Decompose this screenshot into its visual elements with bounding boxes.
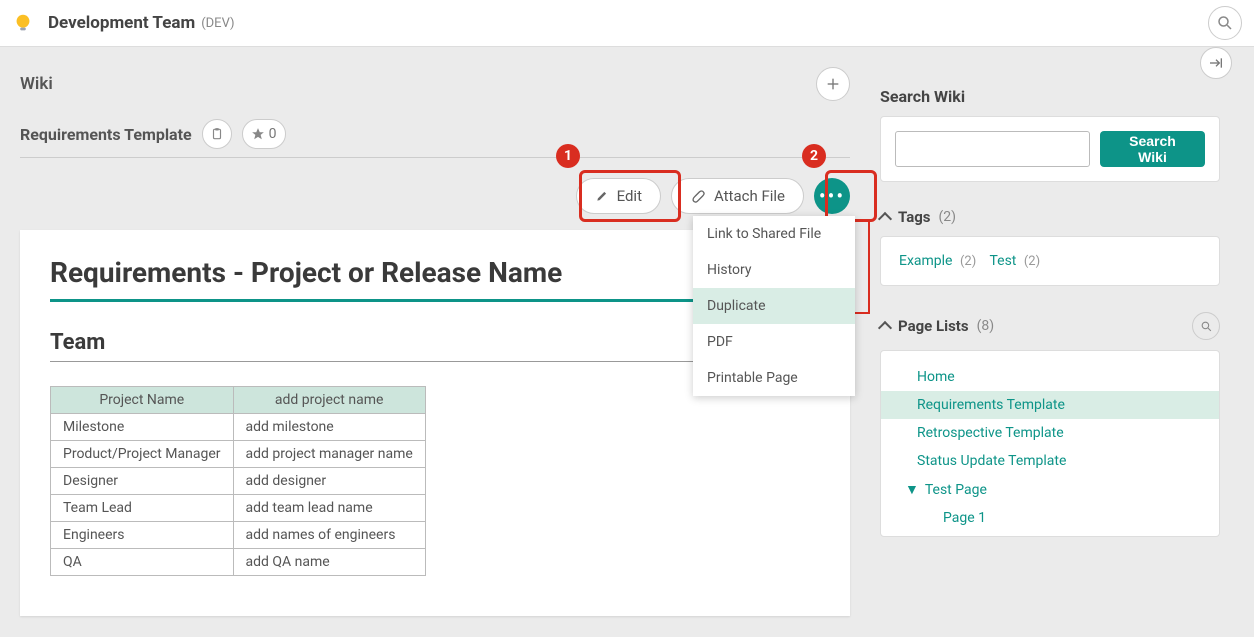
table-row: Milestoneadd milestone [51, 414, 426, 441]
clipboard-icon [210, 127, 224, 141]
search-wiki-button[interactable]: Search Wiki [1100, 131, 1205, 167]
chevron-up-icon [878, 211, 892, 225]
pagelists-count: (8) [977, 318, 995, 334]
page-toolbar: 1 2 Edit Attach File ••• Link to Share [20, 158, 850, 230]
table-row: Engineersadd names of engineers [51, 522, 426, 549]
page-list-box: Home Requirements Template Retrospective… [880, 350, 1220, 537]
search-wiki-input[interactable] [895, 131, 1090, 167]
global-search-button[interactable] [1208, 6, 1242, 40]
annotation-box-2 [825, 170, 877, 222]
tag-test-count: (2) [1024, 254, 1040, 269]
paperclip-icon [690, 188, 706, 204]
star-count: 0 [269, 126, 277, 142]
table-row: QAadd QA name [51, 549, 426, 576]
page-list-status-update-template[interactable]: Status Update Template [881, 447, 1219, 475]
tags-count: (2) [939, 209, 957, 225]
page-list-page-1[interactable]: Page 1 [881, 504, 1219, 532]
table-row: Designeradd designer [51, 468, 426, 495]
annotation-line-v [868, 222, 870, 314]
annotation-box-1 [579, 170, 681, 222]
right-sidebar: Search Wiki Search Wiki Tags (2) Example… [880, 47, 1220, 616]
search-wiki-box: Search Wiki [880, 116, 1220, 182]
dock-button[interactable] [1200, 47, 1232, 79]
plus-icon [825, 76, 841, 92]
top-bar: Development Team (DEV) [0, 0, 1254, 47]
table-row: Product/Project Manageradd project manag… [51, 441, 426, 468]
menu-duplicate[interactable]: Duplicate [693, 288, 855, 324]
tag-example-count: (2) [960, 254, 976, 269]
page-subheader: Requirements Template 0 [20, 119, 850, 158]
page-list-requirements-template[interactable]: Requirements Template [881, 391, 1219, 419]
team-table-body: Milestoneadd milestone Product/Project M… [51, 414, 426, 576]
star-button[interactable]: 0 [242, 119, 286, 149]
tags-box: Example (2) Test (2) [880, 236, 1220, 286]
clipboard-button[interactable] [202, 119, 232, 149]
wiki-breadcrumb[interactable]: Wiki [20, 74, 53, 94]
team-code: (DEV) [201, 16, 234, 31]
pagelists-title: Page Lists [898, 317, 969, 335]
tags-section-header[interactable]: Tags (2) [880, 208, 1220, 226]
add-button[interactable] [816, 67, 850, 101]
star-icon [251, 127, 265, 141]
page-list-retrospective-template[interactable]: Retrospective Template [881, 419, 1219, 447]
table-header-project-name: Project Name [51, 387, 234, 414]
caret-down-icon: ▼ [905, 482, 919, 498]
menu-history[interactable]: History [693, 252, 855, 288]
table-header-add-project-name: add project name [233, 387, 425, 414]
page-list-test-page[interactable]: ▼Test Page [881, 475, 1219, 504]
tag-test[interactable]: Test [989, 253, 1016, 269]
tags-title: Tags [898, 208, 931, 226]
chevron-up-icon [878, 320, 892, 334]
annotation-number-1: 1 [556, 144, 580, 168]
search-icon [1200, 320, 1213, 333]
arrow-right-to-line-icon [1208, 55, 1224, 71]
search-icon [1216, 14, 1234, 32]
page-list-home[interactable]: Home [881, 363, 1219, 391]
search-wiki-title: Search Wiki [880, 87, 1220, 106]
pagelists-search-button[interactable] [1192, 312, 1220, 340]
team-name: Development Team [48, 13, 195, 33]
table-row: Team Leadadd team lead name [51, 495, 426, 522]
bulb-icon [12, 12, 34, 34]
menu-link-shared-file[interactable]: Link to Shared File [693, 216, 855, 252]
page-title: Requirements Template [20, 125, 192, 144]
wiki-header: Wiki [20, 47, 850, 101]
tag-example[interactable]: Example [899, 253, 952, 269]
attach-file-button[interactable]: Attach File [671, 178, 804, 214]
annotation-number-2: 2 [802, 144, 826, 168]
menu-printable-page[interactable]: Printable Page [693, 360, 855, 396]
menu-pdf[interactable]: PDF [693, 324, 855, 360]
team-table: Project Name add project name Milestonea… [50, 386, 426, 576]
pagelists-section-header[interactable]: Page Lists (8) [880, 312, 1220, 340]
more-actions-menu: Link to Shared File History Duplicate PD… [693, 216, 855, 396]
